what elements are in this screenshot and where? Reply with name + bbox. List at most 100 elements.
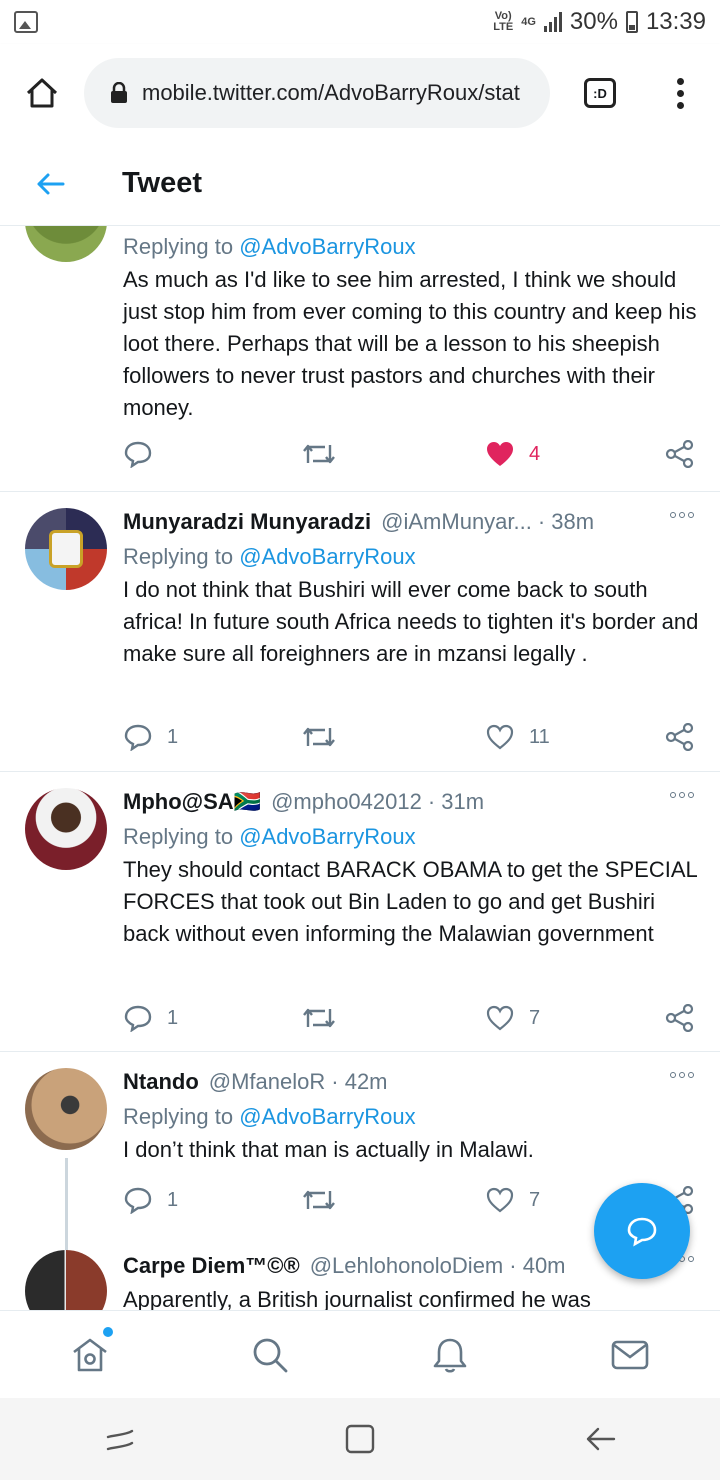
reply-bubble-icon <box>124 724 152 751</box>
tweet-text: I do not think that Bushiri will ever co… <box>123 577 699 666</box>
reply-button[interactable]: 1 <box>123 1180 178 1220</box>
page-title: Tweet <box>122 167 203 199</box>
recent-apps-button[interactable] <box>80 1409 160 1469</box>
replying-to-link[interactable]: @AdvoBarryRoux <box>239 1104 415 1129</box>
heart-outline-icon <box>486 724 514 750</box>
tweet-text: I don’t think that man is actually in Ma… <box>123 1137 534 1162</box>
retweet-icon <box>303 444 335 464</box>
retweet-button[interactable] <box>301 434 337 474</box>
replying-to-link[interactable]: @AdvoBarryRoux <box>239 544 415 569</box>
display-name[interactable]: Ntando <box>123 1069 199 1095</box>
replying-prefix: Replying to <box>123 1104 240 1129</box>
volte-indicator: Vo) LTE <box>493 11 513 33</box>
back-button[interactable] <box>0 142 100 226</box>
display-name[interactable]: Carpe Diem™©® <box>123 1253 300 1279</box>
home-outline-icon <box>26 78 58 108</box>
like-button[interactable]: 7 <box>485 998 540 1038</box>
like-button[interactable]: 7 <box>485 1180 540 1220</box>
like-count: 4 <box>529 442 541 465</box>
tweet-item[interactable]: Replying to @AdvoBarryRoux As much as I'… <box>0 226 720 492</box>
tweet-text: Apparently, a British journalist confirm… <box>123 1287 591 1310</box>
nav-messages[interactable] <box>585 1311 675 1399</box>
share-button[interactable] <box>665 434 695 474</box>
tweet-meta: Mpho@SA🇿🇦 @mpho042012 · 31m <box>123 784 700 820</box>
share-icon <box>665 1004 694 1032</box>
replying-to-link[interactable]: @AdvoBarryRoux <box>239 824 415 849</box>
more-options-icon[interactable] <box>670 512 694 518</box>
back-nav-button[interactable] <box>560 1409 640 1469</box>
tweet-text: They should contact BARACK OBAMA to get … <box>123 857 697 946</box>
display-name[interactable]: Mpho@SA🇿🇦 <box>123 789 261 815</box>
reply-button[interactable] <box>123 434 167 474</box>
bottom-navigation <box>0 1310 720 1398</box>
browser-home-button[interactable] <box>0 44 84 142</box>
display-name[interactable]: Munyaradzi Munyaradzi <box>123 509 371 535</box>
retweet-icon <box>303 1008 335 1028</box>
bell-icon <box>433 1338 467 1373</box>
reply-count: 1 <box>167 1188 179 1211</box>
nav-search[interactable] <box>225 1311 315 1399</box>
url-text: mobile.twitter.com/AdvoBarryRoux/stat <box>142 80 520 105</box>
avatar[interactable] <box>25 1068 107 1150</box>
tabs-button[interactable]: :D <box>550 44 650 142</box>
user-handle[interactable]: @iAmMunyar... <box>381 509 532 535</box>
compose-bubble-icon <box>627 1217 657 1247</box>
new-content-dot <box>103 1326 113 1337</box>
retweet-icon <box>303 1190 335 1210</box>
back-nav-icon <box>586 1427 616 1451</box>
share-button[interactable] <box>665 717 695 757</box>
avatar[interactable] <box>25 508 107 590</box>
nav-home[interactable] <box>45 1311 135 1399</box>
clock: 13:39 <box>645 8 706 35</box>
browser-toolbar: mobile.twitter.com/AdvoBarryRoux/stat :D <box>0 44 720 142</box>
tweet-time[interactable]: · 40m <box>509 1253 565 1279</box>
heart-outline-icon <box>486 1187 514 1213</box>
tweet-time[interactable]: · 31m <box>428 789 484 815</box>
search-icon <box>253 1338 288 1372</box>
more-options-icon[interactable] <box>670 1072 694 1078</box>
tab-switcher-icon: :D <box>584 78 616 108</box>
back-arrow-icon <box>37 173 65 194</box>
reply-bubble-icon <box>124 1187 152 1214</box>
home-icon <box>73 1338 107 1371</box>
user-handle[interactable]: @MfaneloR <box>209 1069 326 1095</box>
like-button[interactable]: 11 <box>485 717 550 757</box>
retweet-icon <box>303 727 335 747</box>
club-crest-icon <box>49 530 83 568</box>
retweet-button[interactable] <box>301 1180 337 1220</box>
replying-to: Replying to @AdvoBarryRoux <box>123 230 700 264</box>
avatar[interactable] <box>25 788 107 870</box>
avatar[interactable] <box>25 1250 107 1310</box>
reply-button[interactable]: 1 <box>123 717 178 757</box>
tweet-item[interactable]: Mpho@SA🇿🇦 @mpho042012 · 31m Replying to … <box>0 772 720 1052</box>
lock-icon <box>111 82 127 103</box>
user-handle[interactable]: @mpho042012 <box>271 789 422 815</box>
tweet-actions: 1 11 <box>123 717 703 757</box>
retweet-button[interactable] <box>301 998 337 1038</box>
home-nav-button[interactable] <box>320 1409 400 1469</box>
like-button[interactable]: 4 <box>485 434 540 474</box>
more-options-icon[interactable] <box>670 792 694 798</box>
signal-icon <box>543 12 562 32</box>
tweet-actions: 4 <box>123 434 703 474</box>
replying-to: Replying to @AdvoBarryRoux <box>123 1100 700 1134</box>
browser-menu-button[interactable] <box>650 44 710 142</box>
share-button[interactable] <box>665 998 695 1038</box>
tweet-item[interactable]: Munyaradzi Munyaradzi @iAmMunyar... · 38… <box>0 492 720 772</box>
reply-button[interactable]: 1 <box>123 998 178 1038</box>
heart-outline-icon <box>486 1005 514 1031</box>
user-handle[interactable]: @LehlohonoloDiem <box>310 1253 504 1279</box>
retweet-button[interactable] <box>301 717 337 757</box>
compose-button[interactable] <box>594 1183 690 1279</box>
tweet-time[interactable]: · 42m <box>331 1069 387 1095</box>
nav-notifications[interactable] <box>405 1311 495 1399</box>
recents-icon <box>106 1429 134 1451</box>
share-icon <box>665 723 694 751</box>
address-bar[interactable]: mobile.twitter.com/AdvoBarryRoux/stat <box>84 58 550 128</box>
avatar[interactable] <box>25 226 107 262</box>
replying-to-link[interactable]: @AdvoBarryRoux <box>239 234 415 259</box>
reply-bubble-icon <box>124 441 152 468</box>
tweet-header: Tweet <box>0 142 720 226</box>
like-count: 7 <box>529 1188 541 1211</box>
tweet-time[interactable]: · 38m <box>538 509 594 535</box>
